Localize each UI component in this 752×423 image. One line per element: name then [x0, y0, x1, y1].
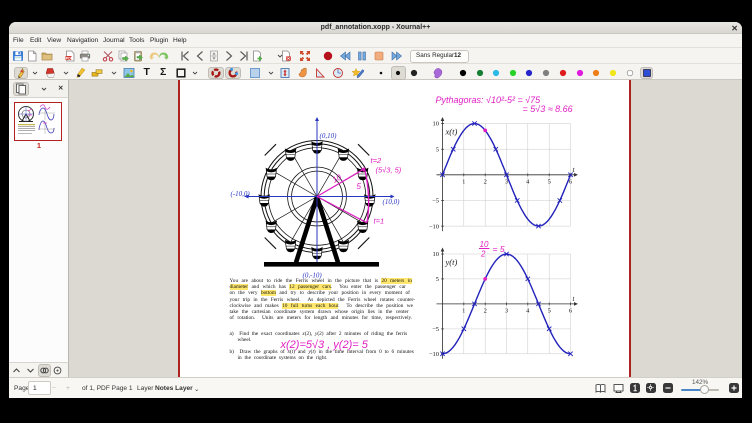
svg-text:1: 1: [462, 178, 465, 185]
svg-text:10: 10: [432, 251, 439, 258]
svg-text:= 5: = 5: [492, 244, 504, 254]
svg-text:−5: −5: [432, 326, 439, 333]
svg-text:t=1: t=1: [373, 217, 384, 226]
svg-text:5: 5: [547, 178, 550, 185]
svg-text:10: 10: [330, 173, 343, 185]
svg-text:5: 5: [356, 182, 361, 191]
svg-text:3: 3: [504, 307, 507, 314]
svg-text:1: 1: [462, 307, 465, 314]
svg-text:6: 6: [568, 307, 572, 314]
svg-text:(0,10): (0,10): [319, 132, 337, 140]
svg-text:t: t: [572, 295, 575, 303]
svg-text:2: 2: [483, 307, 486, 314]
svg-text:t=2: t=2: [370, 156, 381, 165]
svg-text:2: 2: [480, 250, 486, 259]
svg-text:= 5√3 ≈ 8.66: = 5√3 ≈ 8.66: [522, 104, 572, 114]
svg-text:−10: −10: [428, 351, 438, 358]
svg-text:4: 4: [526, 178, 530, 185]
svg-text:y(t): y(t): [444, 257, 457, 267]
svg-text:t: t: [572, 165, 575, 174]
svg-text:PDF: PDF: [66, 56, 74, 60]
svg-text:(10,0): (10,0): [382, 198, 400, 206]
svg-text:2: 2: [483, 178, 486, 185]
svg-text:4: 4: [526, 307, 530, 314]
svg-text:x(t): x(t): [444, 127, 457, 137]
svg-text:−10: −10: [428, 223, 438, 230]
svg-text:10: 10: [479, 240, 488, 249]
svg-text:(-10,0): (-10,0): [230, 190, 250, 198]
svg-text:(5√3, 5): (5√3, 5): [375, 166, 401, 175]
svg-text:−5: −5: [432, 198, 439, 205]
svg-text:5: 5: [435, 146, 438, 153]
svg-text:5: 5: [547, 307, 550, 314]
svg-text:5: 5: [435, 276, 438, 283]
svg-text:10: 10: [432, 121, 439, 128]
